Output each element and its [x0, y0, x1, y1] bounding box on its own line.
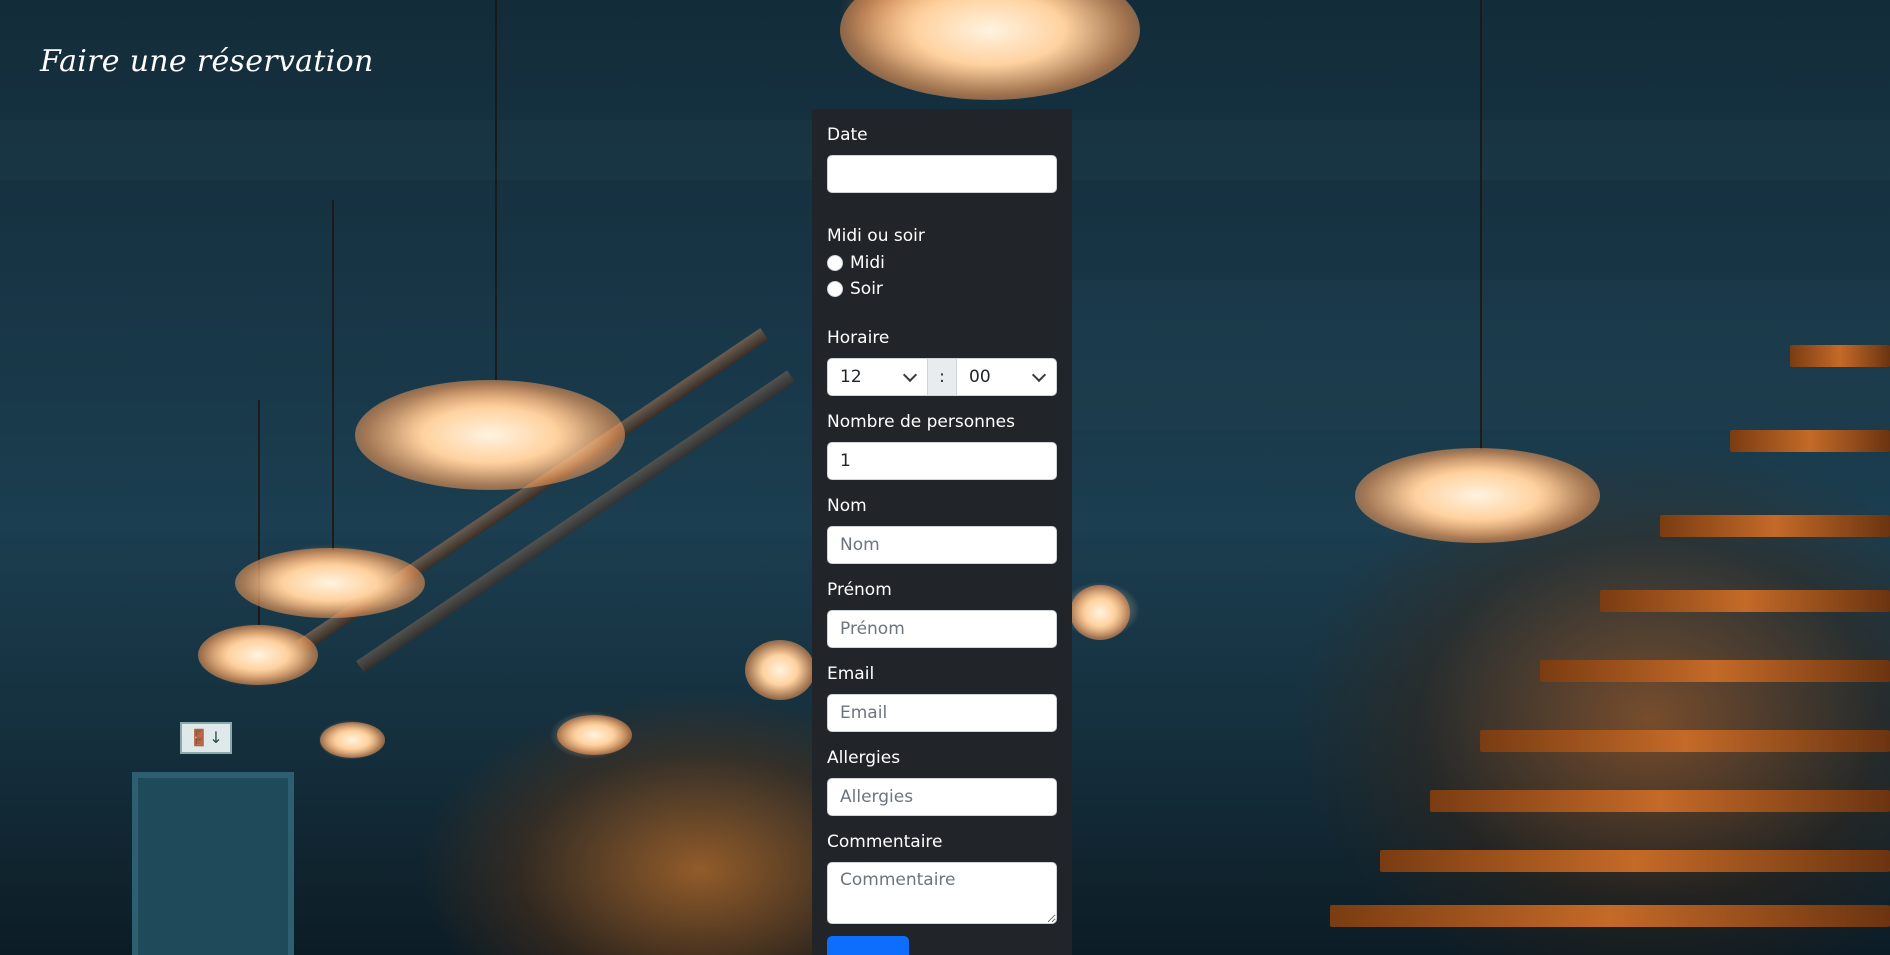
first-name-group: Prénom: [827, 580, 1057, 648]
email-label: Email: [827, 664, 875, 684]
chevron-down-icon: [902, 367, 918, 383]
radio-midi-label: Midi: [850, 253, 885, 273]
last-name-input[interactable]: [827, 526, 1057, 564]
email-input[interactable]: [827, 694, 1057, 732]
guests-group: Nombre de personnes: [827, 412, 1057, 480]
radio-soir-option[interactable]: Soir: [827, 276, 1057, 302]
radio-soir[interactable]: [827, 281, 843, 297]
service-group: Midi ou soir Midi Soir: [827, 226, 1057, 302]
stair-step: [1660, 515, 1890, 537]
radio-soir-label: Soir: [850, 279, 883, 299]
pendant-lamp: [557, 715, 632, 755]
allergies-label: Allergies: [827, 748, 901, 768]
pendant-lamp: [320, 722, 385, 758]
stair-step: [1330, 905, 1890, 927]
service-label: Midi ou soir: [827, 226, 925, 246]
stair-step: [1480, 730, 1890, 752]
stair-step: [1430, 790, 1890, 812]
pendant-lamp: [355, 380, 625, 490]
reservation-form: Date Midi ou soir Midi Soir Horaire 12 :: [812, 109, 1072, 955]
date-input[interactable]: [827, 155, 1057, 193]
date-group: Date: [827, 125, 1057, 193]
lamp-cord: [332, 200, 334, 550]
hour-select[interactable]: 12: [828, 359, 927, 395]
stair-step: [1790, 345, 1890, 367]
comment-group: Commentaire: [827, 832, 1057, 924]
pendant-lamp: [198, 625, 318, 685]
pendant-lamp: [1070, 585, 1130, 640]
email-group: Email: [827, 664, 1057, 732]
time-separator: :: [927, 359, 957, 395]
exit-sign-icon: 🚪↓: [180, 722, 232, 754]
reservation-page: 🚪↓ Faire une réservation Date Midi ou so…: [0, 0, 1890, 955]
stair-step: [1380, 850, 1890, 872]
chevron-down-icon: [1031, 367, 1047, 383]
stair-step: [1600, 590, 1890, 612]
page-title: Faire une réservation: [40, 44, 374, 79]
guests-input[interactable]: [827, 442, 1057, 480]
radio-midi[interactable]: [827, 255, 843, 271]
background-door: [132, 772, 294, 955]
pendant-lamp: [235, 548, 425, 618]
hour-value: 12: [840, 367, 862, 387]
minute-value: 00: [969, 367, 991, 387]
lamp-cord: [1480, 0, 1482, 450]
first-name-label: Prénom: [827, 580, 892, 600]
stair-step: [1730, 430, 1890, 452]
comment-label: Commentaire: [827, 832, 943, 852]
last-name-group: Nom: [827, 496, 1057, 564]
comment-textarea[interactable]: [827, 862, 1057, 924]
submit-button[interactable]: [827, 936, 909, 955]
time-group: Horaire 12 : 00: [827, 328, 1057, 396]
date-label: Date: [827, 125, 868, 145]
first-name-input[interactable]: [827, 610, 1057, 648]
stair-step: [1540, 660, 1890, 682]
allergies-group: Allergies: [827, 748, 1057, 816]
last-name-label: Nom: [827, 496, 867, 516]
pendant-lamp: [1355, 448, 1600, 543]
pendant-lamp: [745, 640, 815, 700]
time-picker: 12 : 00: [827, 358, 1057, 396]
time-label: Horaire: [827, 328, 890, 348]
radio-midi-option[interactable]: Midi: [827, 250, 1057, 276]
lamp-cord: [495, 0, 497, 380]
guests-label: Nombre de personnes: [827, 412, 1015, 432]
minute-select[interactable]: 00: [957, 359, 1056, 395]
allergies-input[interactable]: [827, 778, 1057, 816]
